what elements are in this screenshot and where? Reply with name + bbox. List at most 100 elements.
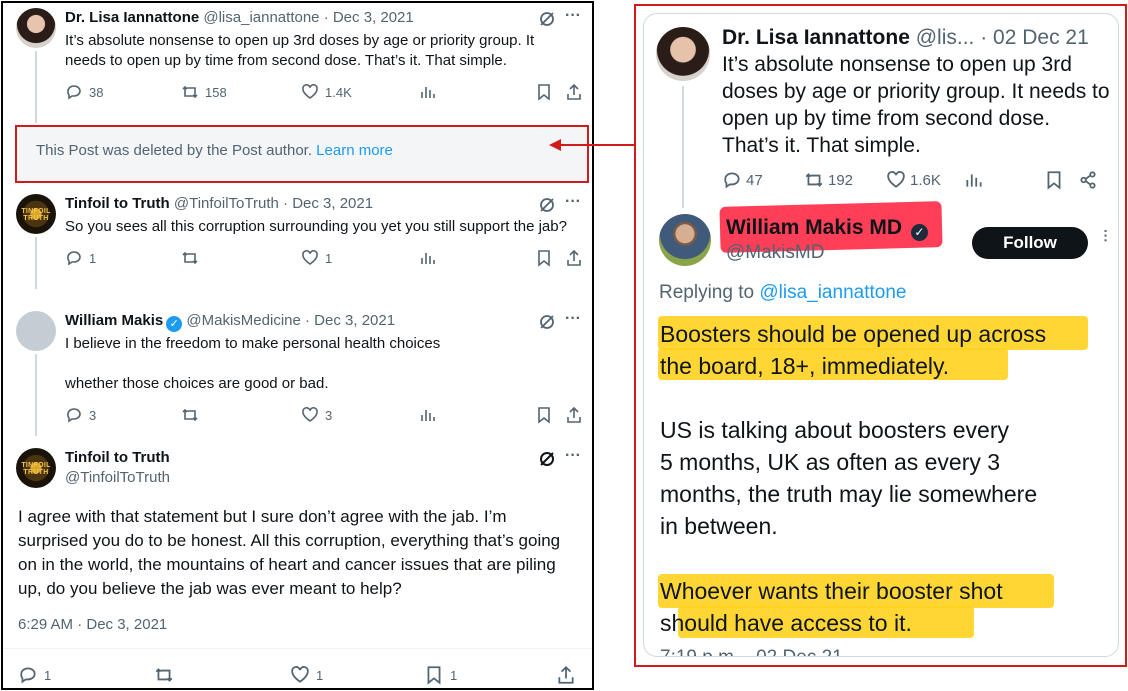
- more-options-icon[interactable]: ···: [565, 193, 581, 211]
- like-button[interactable]: 3: [301, 406, 332, 424]
- avatar-lisa[interactable]: [16, 8, 56, 48]
- more-options-icon[interactable]: ···: [1098, 229, 1114, 243]
- like-count: 3: [325, 407, 333, 423]
- avatar-tinfoil[interactable]: TINFOIL TRUTH: [16, 194, 56, 234]
- author-name[interactable]: Tinfoil to Truth: [65, 449, 170, 466]
- reply-button[interactable]: 3: [65, 406, 96, 424]
- views-button[interactable]: [419, 249, 437, 267]
- connector-arrow: [549, 139, 634, 151]
- original-tweet-capture: Dr. Lisa Iannattone @lis... · 02 Dec 21 …: [643, 13, 1119, 657]
- post-date[interactable]: · Dec 3, 2021: [305, 312, 395, 329]
- share-button[interactable]: [565, 83, 583, 101]
- bookmark-button[interactable]: [1044, 170, 1064, 190]
- bookmark-button[interactable]: [535, 406, 553, 424]
- tweet-header: Tinfoil to Truth @TinfoilToTruth · Dec 3…: [65, 195, 373, 212]
- like-button[interactable]: 1: [290, 665, 323, 685]
- share-button[interactable]: [565, 249, 583, 267]
- author-handle[interactable]: @MakisMD: [726, 242, 824, 264]
- more-options-icon[interactable]: ···: [565, 7, 581, 25]
- share-button[interactable]: [1078, 170, 1098, 190]
- views-button[interactable]: [964, 170, 984, 190]
- tweet-text-line: Boosters should be opened up across: [660, 321, 1047, 347]
- grok-icon[interactable]: [538, 196, 556, 214]
- repost-button[interactable]: 192: [804, 170, 853, 190]
- author-name[interactable]: Dr. Lisa Iannattone: [65, 9, 199, 26]
- grok-icon[interactable]: [538, 313, 556, 331]
- bookmark-button[interactable]: [535, 83, 553, 101]
- replying-handle-link[interactable]: @lisa_iannattone: [759, 282, 906, 303]
- author-handle-row: @TinfoilToTruth: [65, 469, 170, 486]
- author-name[interactable]: Dr. Lisa Iannattone: [722, 26, 910, 49]
- like-button[interactable]: 1: [301, 249, 332, 267]
- like-button[interactable]: 1.4K: [301, 83, 352, 101]
- reply-button[interactable]: 38: [65, 83, 103, 101]
- tweet-text: It’s absolute nonsense to open up 3rd do…: [722, 51, 1110, 159]
- repost-button[interactable]: [181, 406, 199, 424]
- tweet-text-line: needs to open up by time from second dos…: [65, 52, 507, 69]
- tweet-text-line: up, do you believe the jab was ever mean…: [18, 579, 402, 598]
- bookmark-icon: [427, 666, 441, 685]
- share-button[interactable]: [565, 406, 583, 424]
- post-date[interactable]: · Dec 3, 2021: [324, 9, 414, 26]
- reply-button[interactable]: 1: [65, 249, 96, 267]
- avatar-makis[interactable]: [16, 311, 56, 351]
- tweet-makis-reply[interactable]: William Makis ✓ @MakisMedicine · Dec 3, 2…: [3, 306, 592, 436]
- more-options-icon[interactable]: ···: [565, 310, 581, 328]
- repost-button[interactable]: [154, 665, 174, 685]
- author-name[interactable]: Tinfoil to Truth: [65, 195, 170, 212]
- reply-count: 38: [89, 84, 104, 100]
- reply-button[interactable]: 1: [18, 665, 51, 685]
- author-handle[interactable]: @lis...: [916, 26, 975, 49]
- tweet-text-line: That’s it. That simple.: [722, 134, 921, 157]
- tweet-tinfoil-focused[interactable]: TINFOIL TRUTH Tinfoil to Truth @TinfoilT…: [3, 443, 592, 688]
- views-button[interactable]: [419, 83, 437, 101]
- tweet-text-line: open up by time from second dose.: [722, 107, 1051, 130]
- thread-line: [35, 237, 37, 289]
- tweet-tinfoil-reply[interactable]: TINFOIL TRUTH Tinfoil to Truth @TinfoilT…: [3, 189, 592, 289]
- reply-button[interactable]: 47: [722, 170, 763, 190]
- author-handle[interactable]: @MakisMedicine: [186, 312, 300, 329]
- repost-icon: [155, 668, 173, 682]
- author-handle[interactable]: @TinfoilToTruth: [174, 195, 279, 212]
- post-date[interactable]: · 02 Dec 21: [980, 26, 1089, 49]
- bookmark-icon: [1047, 171, 1061, 190]
- tweet-text: I agree with that statement but I sure d…: [18, 505, 588, 601]
- author-handle[interactable]: @TinfoilToTruth: [65, 469, 170, 486]
- tweet-actions: 38 158 1.4K: [65, 83, 590, 103]
- verified-badge-icon: ✓: [910, 224, 928, 241]
- repost-button[interactable]: [181, 249, 199, 267]
- follow-button[interactable]: Follow: [972, 227, 1088, 259]
- right-screenshot-panel: Dr. Lisa Iannattone @lis... · 02 Dec 21 …: [634, 4, 1127, 667]
- post-date[interactable]: · Dec 3, 2021: [283, 195, 373, 212]
- reply-icon: [67, 251, 81, 266]
- post-timestamp[interactable]: 7:19 p.m. · 02 Dec 21: [660, 647, 843, 656]
- tweet-text: So you sees all this corruption surround…: [65, 218, 567, 235]
- learn-more-link[interactable]: Learn more: [316, 142, 393, 159]
- like-button[interactable]: 1.6K: [886, 170, 941, 190]
- grok-icon[interactable]: [538, 450, 556, 468]
- avatar-makis[interactable]: [659, 214, 711, 266]
- avatar-lisa[interactable]: [656, 27, 710, 81]
- deleted-message: This Post was deleted by the Post author…: [36, 142, 312, 159]
- tweet-text-line: the board, 18+, immediately.: [660, 353, 950, 379]
- share-button[interactable]: [556, 665, 576, 685]
- views-button[interactable]: [419, 406, 437, 424]
- grok-icon[interactable]: [538, 10, 556, 28]
- bookmark-count: 1: [450, 667, 458, 683]
- bookmark-button[interactable]: 1: [424, 665, 457, 685]
- tweet-text-line: It’s absolute nonsense to open up 3rd do…: [65, 32, 535, 49]
- bookmark-button[interactable]: [535, 249, 553, 267]
- author-handle[interactable]: @lisa_iannattone: [203, 9, 319, 26]
- tweet-lisa[interactable]: Dr. Lisa Iannattone @lisa_iannattone · D…: [3, 3, 592, 123]
- more-options-icon[interactable]: ···: [565, 447, 581, 465]
- repost-count: 192: [828, 171, 854, 189]
- tweet-text-line: in between.: [660, 513, 778, 539]
- left-screenshot-panel: Dr. Lisa Iannattone @lisa_iannattone · D…: [1, 1, 594, 690]
- author-name[interactable]: William Makis: [65, 312, 163, 329]
- author-name[interactable]: William Makis MD: [726, 216, 902, 239]
- author-name: Tinfoil to Truth: [65, 449, 170, 466]
- tweet-text-line: whether those choices are good or bad.: [65, 375, 329, 392]
- avatar-tinfoil[interactable]: TINFOIL TRUTH: [16, 448, 56, 488]
- post-timestamp[interactable]: 6:29 AM · Dec 3, 2021: [18, 616, 167, 633]
- repost-button[interactable]: 158: [181, 83, 227, 101]
